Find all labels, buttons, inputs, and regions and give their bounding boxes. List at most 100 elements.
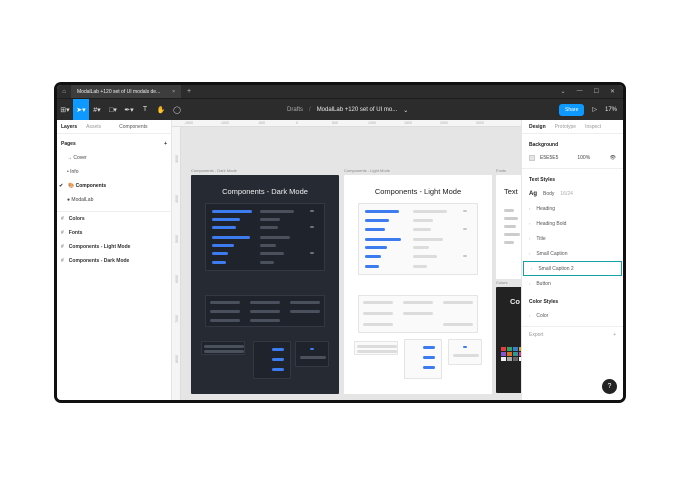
tab-layers[interactable]: Layers [61, 124, 77, 130]
frame-label-light[interactable]: Components - Light Mode [344, 168, 390, 173]
add-page-icon[interactable]: + [164, 141, 167, 147]
left-panel-tabs: Layers Assets Components [57, 120, 171, 134]
text-styles-title: Text Styles [529, 177, 556, 183]
file-tab[interactable]: ModalLab +120 set of UI modals de... × [71, 85, 181, 98]
ui-bar [423, 346, 435, 349]
ruler-tick: 8000 [174, 355, 179, 363]
color-style-color[interactable]: › Color [522, 308, 623, 323]
close-tab-icon[interactable]: × [172, 89, 175, 95]
layer-item-dark-mode[interactable]: # Components - Dark Mode [57, 254, 171, 268]
drafts-link[interactable]: Drafts [287, 107, 303, 113]
chevron-right-icon: › [529, 206, 531, 211]
tab-assets[interactable]: Assets [86, 124, 101, 130]
tab-prototype[interactable]: Prototype [555, 124, 576, 130]
pen-tool-icon[interactable]: ✒▾ [121, 99, 137, 121]
background-opacity[interactable]: 100% [577, 155, 590, 161]
move-tool-icon[interactable]: ➤▾ [73, 98, 89, 121]
zoom-level[interactable]: 17% [605, 107, 617, 113]
layer-item-fonts[interactable]: # Fonts [57, 226, 171, 240]
close-window-icon[interactable]: ✕ [610, 88, 615, 95]
color-swatch [501, 347, 506, 351]
text-style-body[interactable]: Ag Body 16/24 [522, 186, 623, 201]
device-frame: ⌂ ModalLab +120 set of UI modals de... ×… [54, 82, 626, 403]
page-item-cover[interactable]: → Cover [57, 151, 171, 165]
ui-bar [250, 310, 280, 313]
pages-header: Pages + [57, 134, 171, 151]
page-item-info[interactable]: • Info [57, 165, 171, 179]
ui-dot [310, 252, 314, 254]
ui-bar [210, 310, 240, 313]
ui-bar [357, 350, 397, 353]
text-style-small-caption[interactable]: › Small Caption [522, 246, 623, 261]
text-style-label: Body [543, 190, 555, 197]
layer-item-light-mode[interactable]: # Components - Light Mode [57, 240, 171, 254]
page-item-modallab[interactable]: ● ModalLab [57, 193, 171, 207]
background-row[interactable]: E5E5E5 100% 👁 [522, 151, 623, 165]
hand-tool-icon[interactable]: ✋ [153, 99, 169, 121]
ui-bar [413, 255, 437, 258]
chevron-down-icon[interactable]: ⌄ [561, 88, 566, 95]
canvas[interactable]: -1500 -1000 -500 0 500 1000 1500 2000 30… [172, 120, 521, 400]
ui-bar [260, 210, 294, 213]
text-style-title[interactable]: › Title [522, 231, 623, 246]
file-menu-chevron-icon[interactable]: ⌄ [403, 107, 408, 114]
text-style-label: Small Caption 2 [538, 265, 574, 272]
ui-bar [453, 354, 479, 357]
export-row[interactable]: Export + [522, 327, 623, 343]
light-mode-board[interactable]: Components - Light Mode [344, 175, 492, 394]
ruler-tick: 500 [332, 121, 338, 125]
frame-label-colors[interactable]: Colors [496, 280, 508, 285]
main-menu-icon[interactable]: ⊞▾ [57, 99, 73, 121]
ui-bar [260, 236, 290, 239]
page-label: ● ModalLab [67, 197, 94, 203]
ui-bar [504, 217, 518, 220]
tab-design[interactable]: Design [529, 124, 546, 130]
toggles-panel [253, 341, 291, 379]
frame-label-dark[interactable]: Components - Dark Mode [191, 168, 237, 173]
ui-bar [423, 356, 435, 359]
ui-bar [260, 218, 280, 221]
ui-bar [365, 228, 385, 231]
color-swatch [501, 357, 506, 361]
ui-bar [403, 312, 433, 315]
color-swatch [507, 347, 512, 351]
maximize-icon[interactable]: ☐ [594, 88, 599, 95]
text-style-button[interactable]: › Button [522, 276, 623, 291]
home-icon[interactable]: ⌂ [57, 89, 71, 95]
frame-tool-icon[interactable]: #▾ [89, 99, 105, 121]
radios-panel [295, 341, 329, 367]
text-style-small-caption-2[interactable]: › Small Caption 2 [523, 261, 622, 276]
shape-tool-icon[interactable]: □▾ [105, 99, 121, 121]
ui-bar [403, 301, 433, 304]
new-tab-icon[interactable]: + [181, 88, 197, 95]
text-style-heading[interactable]: › Heading [522, 201, 623, 216]
comment-tool-icon[interactable]: ◯ [169, 99, 185, 121]
colors-board[interactable]: Co [496, 287, 521, 393]
dark-mode-board[interactable]: Components - Dark Mode [191, 175, 339, 394]
ui-bar [210, 301, 240, 304]
frame-label-fonts[interactable]: Fonts [496, 168, 506, 173]
text-style-heading-bold[interactable]: › Heading Bold [522, 216, 623, 231]
layer-item-colors[interactable]: # Colors [57, 212, 171, 226]
help-button[interactable]: ? [602, 379, 617, 394]
share-button[interactable]: Share [559, 103, 585, 116]
frame-icon: # [61, 216, 64, 222]
pages-title: Pages [61, 141, 76, 147]
text-tool-icon[interactable]: T [137, 99, 153, 121]
chevron-right-icon: › [531, 266, 533, 271]
page-item-components[interactable]: ✔ 🎨 Components [57, 179, 171, 193]
play-icon[interactable]: ▷ [592, 106, 597, 113]
buttons-panel [358, 203, 478, 275]
background-hex[interactable]: E5E5E5 [540, 155, 558, 161]
add-export-icon[interactable]: + [613, 332, 616, 338]
fonts-board[interactable]: Text [496, 175, 521, 279]
minimize-icon[interactable]: — [577, 88, 583, 95]
background-swatch[interactable] [529, 155, 535, 161]
ui-bar [423, 366, 435, 369]
tab-inspect[interactable]: Inspect [585, 124, 601, 130]
dark-board-title: Components - Dark Mode [222, 187, 308, 196]
ruler-top: -1500 -1000 -500 0 500 1000 1500 2000 30… [172, 120, 521, 127]
page-switcher[interactable]: Components [119, 124, 147, 130]
file-title[interactable]: ModalLab +120 set of UI mo... [317, 107, 398, 113]
eye-icon[interactable]: 👁 [610, 155, 616, 161]
